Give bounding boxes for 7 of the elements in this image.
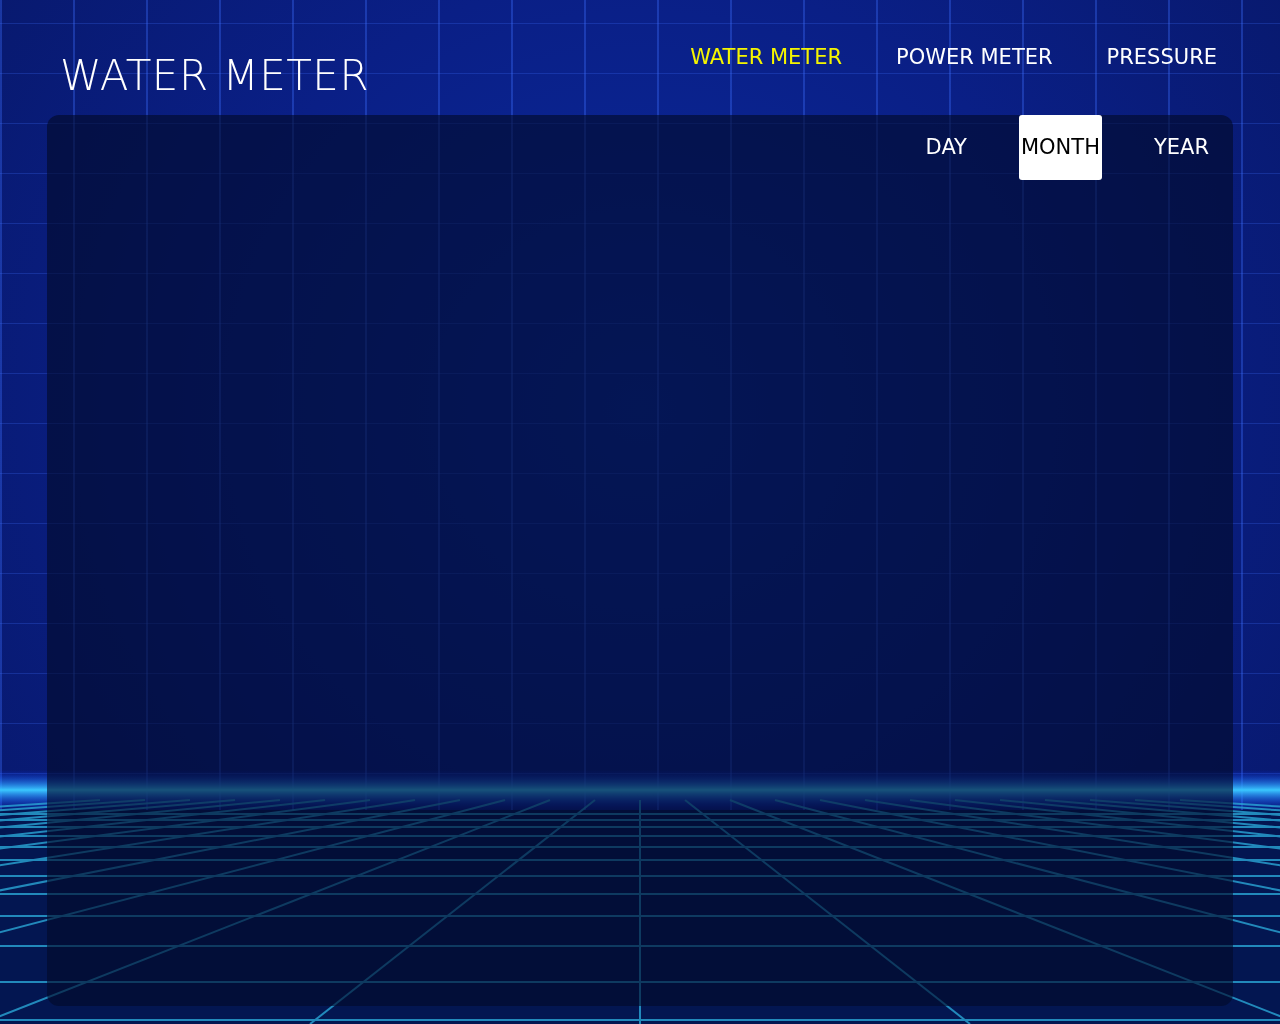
page-title: WATER METER <box>60 50 370 102</box>
nav-link[interactable]: PRESSURE <box>1098 42 1225 74</box>
period-tab[interactable]: MONTH <box>1018 115 1102 180</box>
period-tab[interactable]: YEAR <box>1139 115 1223 180</box>
nav-link[interactable]: POWER METER <box>888 42 1061 74</box>
period-tab[interactable]: DAY <box>911 115 981 180</box>
nav-link[interactable]: WATER METER <box>682 42 850 74</box>
